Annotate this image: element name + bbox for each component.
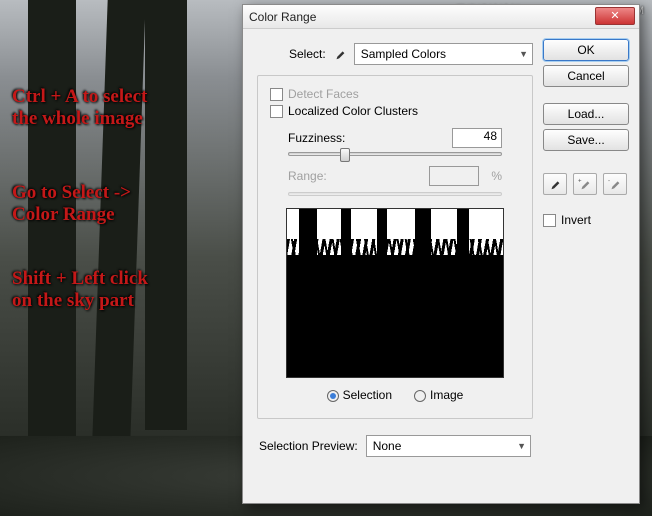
eyedropper-subtract-tool[interactable]: - bbox=[603, 173, 627, 195]
annotation-color-range: Go to Select -> Color Range bbox=[12, 182, 131, 226]
options-group: Detect Faces Localized Color Clusters Fu… bbox=[257, 75, 533, 419]
cancel-button[interactable]: Cancel bbox=[543, 65, 629, 87]
selection-preview-dropdown[interactable]: None bbox=[366, 435, 531, 457]
dialog-title: Color Range bbox=[249, 10, 316, 24]
selection-preview-value: None bbox=[373, 439, 402, 453]
radio-icon bbox=[327, 390, 339, 402]
titlebar[interactable]: Color Range ✕ bbox=[243, 5, 639, 29]
eyedropper-tool[interactable] bbox=[543, 173, 567, 195]
radio-icon bbox=[414, 390, 426, 402]
eyedropper-icon bbox=[332, 46, 348, 62]
eyedropper-add-tool[interactable]: + bbox=[573, 173, 597, 195]
annotation-select-all: Ctrl + A to select the whole image bbox=[12, 86, 147, 130]
invert-label: Invert bbox=[561, 213, 591, 227]
ok-button[interactable]: OK bbox=[543, 39, 629, 61]
range-label: Range: bbox=[288, 169, 327, 183]
range-input bbox=[429, 166, 479, 186]
tree-shape bbox=[145, 0, 187, 430]
invert-checkbox[interactable] bbox=[543, 214, 556, 227]
load-button[interactable]: Load... bbox=[543, 103, 629, 125]
selection-preview-label: Selection Preview: bbox=[259, 439, 358, 453]
fuzziness-label: Fuzziness: bbox=[288, 131, 345, 145]
fuzziness-input[interactable]: 48 bbox=[452, 128, 502, 148]
select-source-dropdown[interactable]: Sampled Colors bbox=[354, 43, 533, 65]
selection-preview-image bbox=[286, 208, 504, 378]
localized-clusters-label: Localized Color Clusters bbox=[288, 104, 418, 118]
percent-label: % bbox=[491, 169, 502, 183]
select-source-value: Sampled Colors bbox=[361, 47, 446, 61]
localized-clusters-checkbox[interactable] bbox=[270, 105, 283, 118]
select-label: Select: bbox=[289, 47, 326, 61]
range-slider bbox=[288, 192, 502, 196]
svg-text:-: - bbox=[608, 177, 610, 184]
annotation-shift-click: Shift + Left click on the sky part bbox=[12, 268, 148, 312]
fuzziness-slider-thumb[interactable] bbox=[340, 148, 350, 162]
detect-faces-label: Detect Faces bbox=[288, 87, 359, 101]
close-button[interactable]: ✕ bbox=[595, 7, 635, 25]
fuzziness-slider[interactable] bbox=[288, 152, 502, 156]
svg-text:+: + bbox=[578, 177, 582, 184]
detect-faces-checkbox bbox=[270, 88, 283, 101]
radio-image[interactable]: Image bbox=[414, 388, 463, 402]
radio-selection[interactable]: Selection bbox=[327, 388, 392, 402]
save-button[interactable]: Save... bbox=[543, 129, 629, 151]
color-range-dialog: Color Range ✕ Select: Sampled Colors Det… bbox=[242, 4, 640, 504]
